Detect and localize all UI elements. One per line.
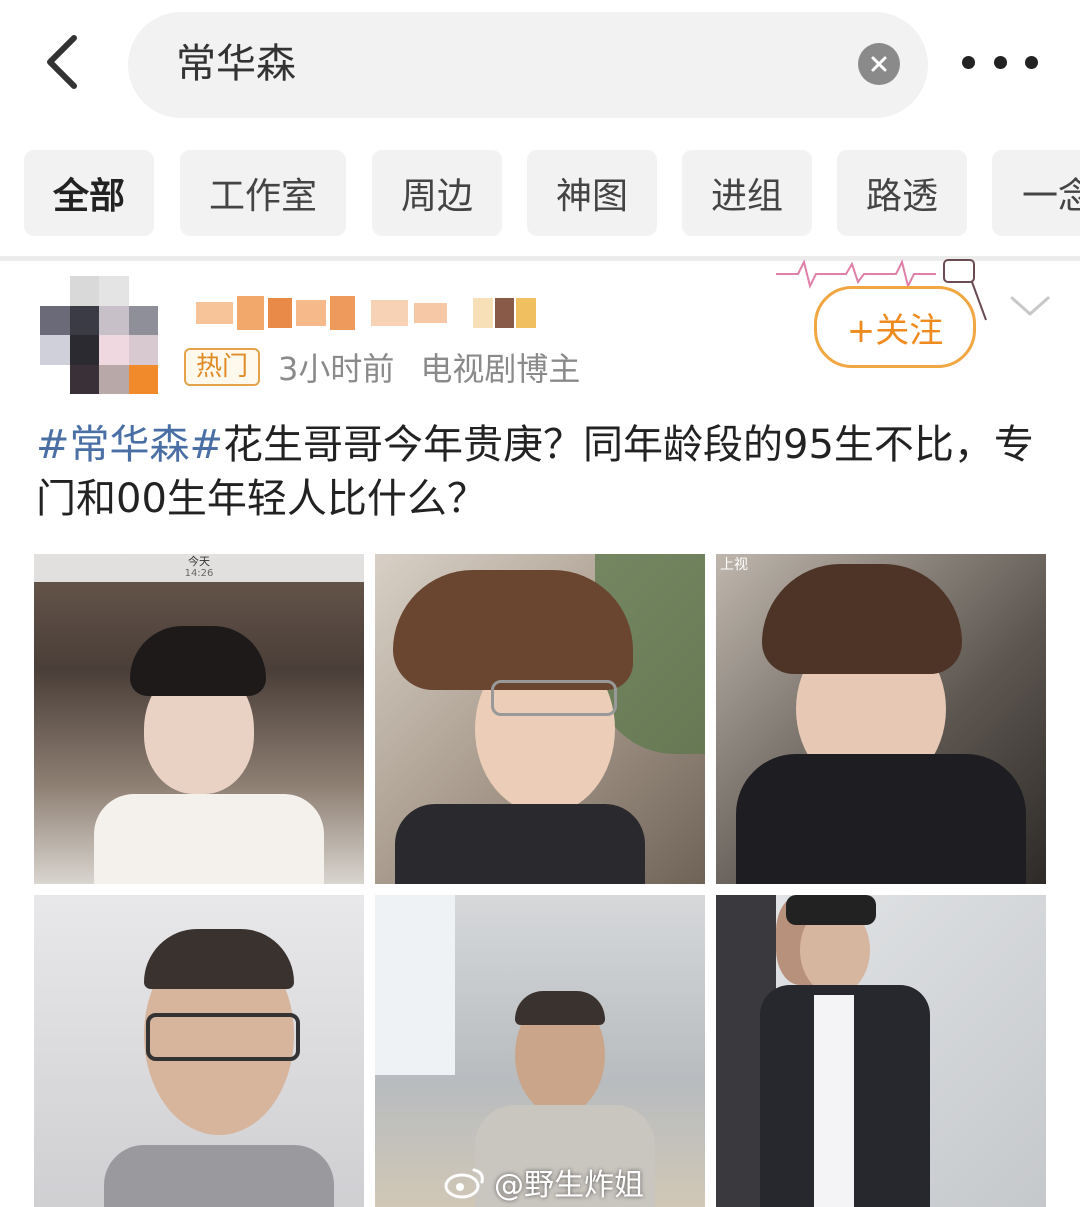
watermark: @野生炸姐 xyxy=(444,1160,644,1204)
tab-studio[interactable]: 工作室 xyxy=(180,150,346,236)
post-time: 3小时前 xyxy=(278,350,395,388)
search-query-text: 常华森 xyxy=(176,41,296,87)
clear-search-button[interactable] xyxy=(858,43,900,85)
follow-button[interactable]: +关注 xyxy=(814,286,976,368)
photo-overlay-date: 今天 xyxy=(188,555,210,568)
post-body: #常华森#花生哥哥今年贵庚？同年龄段的95生不比，专门和00生年轻人比什么？ xyxy=(36,418,1046,526)
top-bar: 常华森 xyxy=(0,0,1080,130)
chevron-down-icon[interactable] xyxy=(1008,292,1052,320)
tab-paparazzi[interactable]: 路透 xyxy=(837,150,967,236)
more-options-icon[interactable] xyxy=(962,40,1038,84)
hashtag-link[interactable]: #常华森# xyxy=(36,422,223,468)
tab-merch[interactable]: 周边 xyxy=(372,150,502,236)
post-source: 电视剧博主 xyxy=(420,350,581,388)
photo-1[interactable]: 今天 14:26 xyxy=(34,554,364,884)
hot-badge: 热门 xyxy=(184,348,261,386)
photo-3[interactable]: 上视 xyxy=(716,554,1046,884)
photo-6[interactable] xyxy=(716,895,1046,1207)
photo-4[interactable] xyxy=(34,895,364,1207)
search-input[interactable]: 常华森 xyxy=(128,12,928,118)
avatar[interactable] xyxy=(40,276,158,394)
photo-2[interactable] xyxy=(375,554,705,884)
tab-yinian[interactable]: 一念 xyxy=(992,150,1080,236)
post-meta: 热门 3小时前 电视剧博主 xyxy=(184,344,580,390)
watermark-text: @野生炸姐 xyxy=(494,1168,644,1203)
tab-best-photos[interactable]: 神图 xyxy=(527,150,657,236)
back-icon[interactable] xyxy=(38,30,88,94)
photo-overlay-label: 上视 xyxy=(720,557,748,573)
photo-overlay-time: 14:26 xyxy=(184,568,214,579)
close-icon xyxy=(871,56,887,72)
category-tabs: 全部 工作室 周边 神图 进组 路透 一念 xyxy=(0,146,1080,238)
weibo-logo-icon xyxy=(444,1168,484,1199)
tab-all[interactable]: 全部 xyxy=(24,150,154,236)
tab-on-set[interactable]: 进组 xyxy=(682,150,812,236)
image-grid: 今天 14:26 上视 xyxy=(34,554,1046,1207)
username-blurred xyxy=(196,294,536,332)
